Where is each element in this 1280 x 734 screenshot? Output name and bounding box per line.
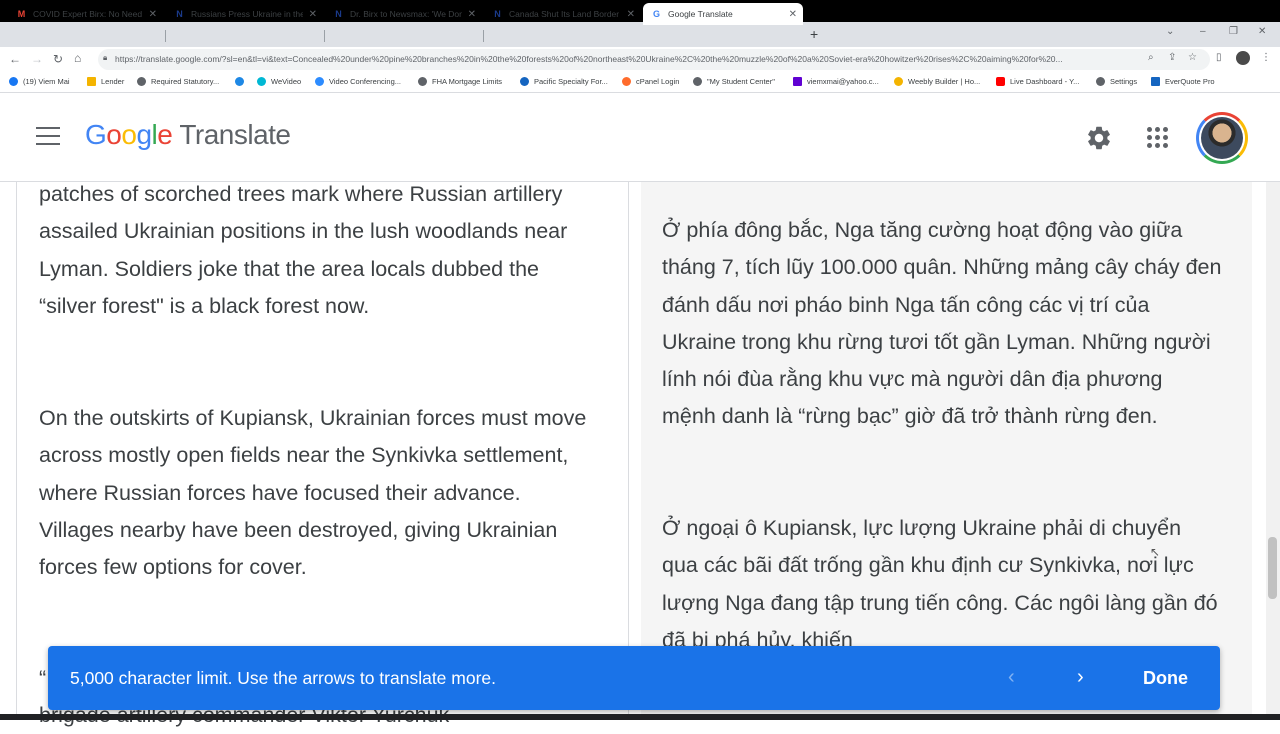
bookmark-item[interactable]: WeVideo (257, 77, 301, 86)
zoom-icon[interactable]: ⌕ (1148, 52, 1154, 63)
youtube-icon (996, 77, 1005, 86)
close-icon[interactable]: ✕ (627, 9, 635, 20)
site-icon (520, 77, 529, 86)
translate-icon: G (652, 9, 660, 19)
bookmark-item[interactable]: Lender (87, 77, 124, 86)
bookmark-item[interactable]: Weebly Builder | Ho... (894, 77, 980, 86)
bookmark-item[interactable]: cPanel Login (622, 77, 679, 86)
site-icon (693, 77, 702, 86)
bookmark-item[interactable]: Live Dashboard - Y... (996, 77, 1079, 86)
source-paragraph-1: patches of scorched trees mark where Rus… (39, 182, 568, 318)
tab-newsmax-russians[interactable]: N Russians Press Ukraine in the No ✕ (166, 3, 323, 25)
tab-newsmax-birx[interactable]: N Dr. Birx to Newsmax: 'We Don't N ✕ (325, 3, 482, 25)
bookmark-item[interactable]: FHA Mortgage Limits (418, 77, 502, 86)
facebook-icon (9, 77, 18, 86)
tab-newsmax-canada[interactable]: N Canada Shut Its Land Border to A ✕ (484, 3, 641, 25)
globe-icon (137, 77, 146, 86)
share-icon[interactable]: ⇪ (1168, 52, 1176, 63)
close-icon[interactable]: ✕ (468, 9, 476, 20)
bookmark-item[interactable]: "My Student Center" (693, 77, 775, 86)
tab-divider (483, 30, 484, 42)
folder-icon (87, 77, 96, 86)
tab-divider (324, 30, 325, 42)
avatar-photo (1201, 117, 1243, 159)
bookmark-item[interactable] (235, 77, 249, 86)
close-icon[interactable]: ✕ (149, 9, 157, 20)
newsmax-icon: N (335, 9, 342, 19)
lock-icon[interactable]: 🔒︎ (103, 53, 107, 63)
mail-icon (793, 77, 802, 86)
home-icon[interactable]: ⌂ (74, 51, 81, 65)
logo-google: Google (85, 119, 173, 150)
bookmark-star-icon[interactable]: ☆ (1188, 52, 1197, 63)
reload-icon[interactable]: ↻ (53, 52, 63, 66)
site-icon (235, 77, 244, 86)
tab-search-icon[interactable]: ⌄ (1166, 26, 1174, 37)
window-close-icon[interactable]: ✕ (1258, 26, 1266, 37)
bookmark-item[interactable]: Settings (1096, 77, 1137, 86)
bookmark-item[interactable]: viemxmai@yahoo.c... (793, 77, 879, 86)
gmail-icon: M (17, 9, 26, 19)
translation-paragraph-2: Ở ngoại ô Kupiansk, lực lượng Ukraine ph… (662, 516, 1218, 646)
chevron-right-icon[interactable]: › (1077, 666, 1084, 689)
source-paragraph-2: On the outskirts of Kupiansk, Ukrainian … (39, 406, 587, 580)
back-icon[interactable]: ← (9, 52, 21, 66)
close-icon[interactable]: ✕ (789, 9, 797, 20)
bookmark-item[interactable]: Video Conferencing... (315, 77, 401, 86)
done-button[interactable]: Done (1143, 668, 1188, 689)
menu-kebab-icon[interactable]: ⋮ (1261, 52, 1271, 63)
weebly-icon (894, 77, 903, 86)
newsmax-icon: N (176, 9, 183, 19)
forward-icon[interactable]: → (31, 52, 43, 66)
scrollbar-thumb[interactable] (1268, 537, 1277, 599)
bookmark-item[interactable]: Pacific Specialty For... (520, 77, 608, 86)
account-avatar[interactable] (1196, 112, 1248, 164)
settings-gear-icon[interactable] (1085, 124, 1113, 152)
minimize-icon[interactable]: – (1200, 26, 1206, 37)
profile-icon[interactable] (1236, 51, 1250, 65)
page-scrollbar[interactable] (1266, 182, 1280, 720)
zoom-app-icon (315, 77, 324, 86)
google-translate-logo[interactable]: Google Translate (85, 119, 291, 151)
chevron-left-icon[interactable]: ‹ (1008, 666, 1015, 689)
side-panel-icon[interactable]: ▯ (1216, 52, 1222, 63)
google-apps-icon[interactable] (1147, 127, 1169, 149)
restore-icon[interactable]: ❐ (1229, 26, 1238, 37)
url-text[interactable]: https://translate.google.com/?sl=en&tl=v… (115, 54, 1145, 64)
mouse-cursor-icon: ↖ (1150, 545, 1161, 559)
snackbar-message: 5,000 character limit. Use the arrows to… (70, 668, 497, 688)
main-menu-icon[interactable] (36, 127, 60, 145)
gear-icon (1096, 77, 1105, 86)
bookmark-item[interactable]: EverQuote Pro (1151, 77, 1215, 86)
tab-google-translate[interactable]: G Google Translate ✕ (643, 3, 803, 25)
bookmark-item[interactable]: Required Statutory... (137, 77, 219, 86)
tab-strip (0, 22, 1280, 47)
site-icon (418, 77, 427, 86)
site-icon (1151, 77, 1160, 86)
newsmax-icon: N (494, 9, 501, 19)
close-icon[interactable]: ✕ (309, 9, 317, 20)
translation-paragraph-1: Ở phía đông bắc, Nga tăng cường hoạt độn… (662, 218, 1222, 429)
tab-gmail[interactable]: M COVID Expert Birx: No Need for ✕ (8, 3, 163, 25)
bookmark-item[interactable]: (19) Viem Mai (9, 77, 70, 86)
cpanel-icon (622, 77, 631, 86)
screen-bottom-bar (0, 714, 1280, 720)
wevideo-icon (257, 77, 266, 86)
new-tab-icon[interactable]: + (810, 26, 818, 42)
tab-divider (165, 30, 166, 42)
